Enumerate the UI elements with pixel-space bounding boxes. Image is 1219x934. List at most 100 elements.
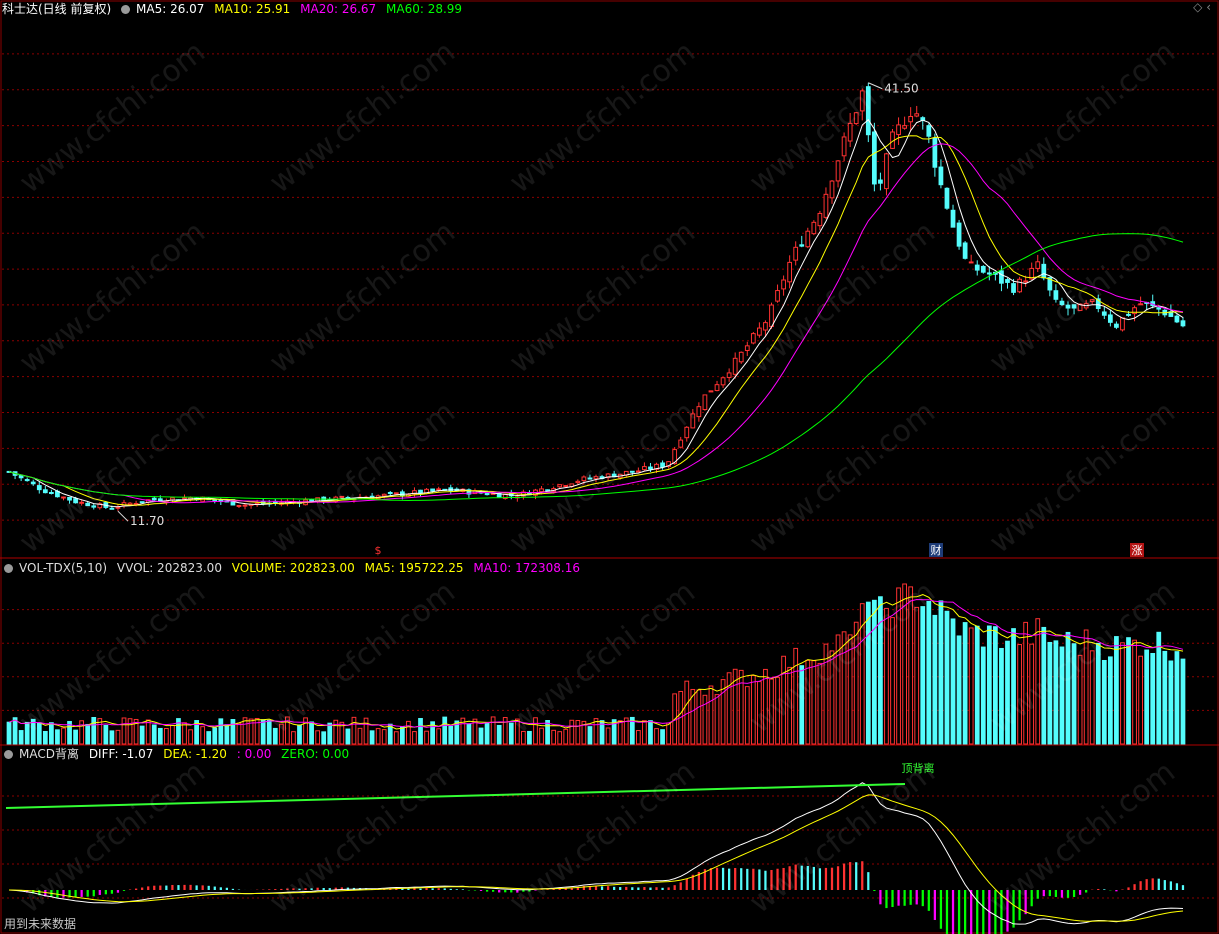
candle-body [678, 439, 684, 448]
diamond-icon[interactable]: ◇ [1193, 0, 1202, 14]
volume-bar [121, 717, 127, 745]
candle-body [387, 491, 393, 494]
candle-body [1101, 311, 1107, 316]
low-price-label: 11.70 [130, 514, 164, 528]
volume-bar [956, 635, 962, 745]
candle-body [950, 209, 956, 228]
indicator-toggle-icon[interactable] [121, 5, 131, 14]
candle-body [1065, 304, 1071, 309]
candle-body [944, 187, 950, 209]
volume-bar [1150, 652, 1156, 745]
volume-bar [569, 719, 575, 745]
volume-bar [841, 631, 847, 745]
volume-bar [775, 676, 780, 745]
volume-bar [605, 727, 611, 745]
candle-body [18, 475, 24, 479]
volume-bar [750, 675, 756, 745]
candle-body [811, 221, 817, 235]
volume-bar [145, 719, 151, 745]
volume-bar [660, 729, 665, 745]
candle-body [381, 493, 387, 497]
macd-toggle-icon[interactable] [4, 750, 13, 759]
candle-body [865, 86, 871, 136]
ma60-label: MA60: 28.99 [386, 2, 463, 16]
volume-bar [1005, 640, 1010, 745]
volume-bar [224, 724, 230, 745]
macd-indicator-name[interactable]: MACD背离 [19, 747, 79, 761]
candle-body [1035, 261, 1041, 269]
candle-body [49, 491, 54, 494]
volume-bar [666, 722, 671, 745]
volume-bar [36, 722, 42, 745]
volume-bar [539, 727, 544, 745]
volume-bar [212, 727, 218, 745]
candle-body [853, 112, 859, 125]
volume-bar [1162, 650, 1168, 745]
volume-bar [297, 724, 302, 745]
volume-bar [1107, 656, 1113, 745]
volume-bar [811, 660, 817, 745]
candle-body [1089, 299, 1095, 303]
volume-bar [1174, 651, 1180, 745]
event-marker-zhang: 涨 [1132, 544, 1143, 557]
volume-bar [1077, 654, 1083, 745]
volume-bar [200, 726, 206, 745]
volume-bar [309, 721, 314, 745]
candle-body [968, 261, 974, 264]
volume-bar [218, 718, 224, 745]
volume-bar [908, 586, 914, 745]
candle-body [781, 279, 786, 290]
candle-body [1071, 304, 1077, 309]
volume-bar [182, 722, 187, 745]
volume-bar [1035, 618, 1041, 745]
chevron-left-icon[interactable]: ‹ [1206, 0, 1211, 14]
volume-bar [418, 718, 423, 745]
candle-body [67, 496, 72, 501]
volume-bar [865, 601, 871, 745]
volume-bar [714, 694, 720, 745]
volume-bar [163, 727, 169, 745]
vol-indicator-name[interactable]: VOL-TDX(5,10) [19, 561, 107, 575]
volume-toggle-icon[interactable] [4, 564, 13, 573]
candle-body [127, 502, 133, 506]
candle-body [805, 230, 811, 248]
volume-bar [587, 726, 593, 745]
volume-bar [726, 672, 732, 745]
volume-bar [763, 668, 768, 745]
candle-body [859, 90, 865, 112]
candle-body [575, 480, 581, 484]
volume-bar [702, 694, 708, 745]
volume-bar [1095, 642, 1101, 745]
vol-ma10-label: MA10: 172308.16 [473, 561, 580, 575]
vvol-label: VVOL: 202823.00 [116, 561, 222, 575]
price-panel-header: 科士达(日线 前复权) MA5: 26.07 MA10: 25.91 MA20:… [2, 1, 468, 17]
volume-bar [805, 659, 811, 745]
candle-body [714, 384, 720, 392]
volume-bar [563, 728, 569, 745]
volume-bar [236, 722, 242, 745]
volume-bar [381, 729, 387, 745]
volume-bar [993, 626, 998, 745]
candle-body [642, 466, 647, 471]
ma5-label: MA5: 26.07 [136, 2, 205, 16]
ma10-line [8, 135, 1184, 506]
volume-bar [157, 727, 163, 745]
candle-body [817, 212, 823, 227]
candle-body [986, 272, 992, 275]
candle-body [932, 137, 938, 168]
candle-body [750, 333, 756, 344]
candle-body [393, 492, 399, 495]
candle-body [91, 505, 97, 508]
candle-body [79, 501, 85, 504]
volume-bar [1041, 626, 1047, 745]
volume-bar [1138, 655, 1143, 745]
volume-bar [278, 723, 284, 745]
candle-body [744, 345, 750, 351]
candle-body [1011, 283, 1016, 293]
volume-bar [1053, 640, 1059, 745]
stock-title[interactable]: 科士达(日线 前复权) [2, 2, 111, 16]
candle-body [581, 476, 587, 482]
candle-body [684, 426, 690, 439]
volume-bar [871, 599, 877, 745]
candle-body [1156, 307, 1162, 310]
